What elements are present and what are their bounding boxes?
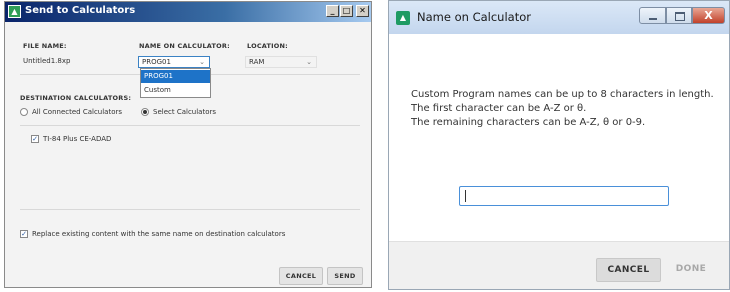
location-select-value: RAM — [249, 58, 265, 66]
maximize-button[interactable]: □ — [340, 5, 353, 17]
calculator-name: TI-84 Plus CE-ADAD — [43, 135, 112, 143]
file-name-value: Untitled1.8xp — [23, 57, 71, 65]
all-connected-radio[interactable] — [20, 108, 28, 116]
minimize-button[interactable]: _ — [326, 5, 339, 17]
location-header: LOCATION: — [247, 42, 288, 50]
replace-checkbox[interactable]: ✓ — [20, 230, 28, 238]
instruction-line-2: The first character can be A-Z or θ. — [411, 103, 587, 114]
send-to-calculators-window: ▲ Send to Calculators _ □ ✕ FILE NAME: N… — [4, 1, 372, 288]
name-on-calculator-select[interactable]: PROG01 ⌄ — [138, 56, 210, 68]
destination-heading: DESTINATION CALCULATORS: — [20, 94, 132, 102]
divider — [20, 125, 360, 126]
instruction-line-1: Custom Program names can be up to 8 char… — [411, 89, 714, 100]
name-dialog-body: Custom Program names can be up to 8 char… — [389, 34, 729, 241]
dropdown-option-custom[interactable]: Custom — [141, 84, 210, 97]
custom-name-input[interactable] — [459, 186, 669, 206]
instruction-line-3: The remaining characters can be A-Z, θ o… — [411, 117, 646, 128]
select-calculators-radio[interactable] — [141, 108, 149, 116]
send-dialog-title: Send to Calculators — [25, 5, 136, 16]
name-dialog-footer: CANCEL DONE — [389, 241, 729, 289]
chevron-down-icon: ⌄ — [199, 58, 205, 66]
cancel-button[interactable]: CANCEL — [596, 258, 661, 282]
name-dialog-title: Name on Calculator — [417, 10, 531, 24]
calculator-checkbox[interactable]: ✓ — [31, 135, 39, 143]
send-button[interactable]: SEND — [327, 267, 363, 285]
text-caret — [465, 190, 466, 202]
close-button[interactable]: X — [692, 7, 725, 24]
name-select-value: PROG01 — [142, 58, 171, 66]
location-select[interactable]: RAM ⌄ — [245, 56, 317, 68]
dropdown-option-prog01[interactable]: PROG01 — [141, 70, 210, 83]
close-button[interactable]: ✕ — [356, 5, 369, 17]
name-on-calculator-window: ▲ Name on Calculator X Custom Program na… — [388, 0, 730, 290]
done-button[interactable]: DONE — [667, 258, 715, 282]
name-on-calculator-header: NAME ON CALCULATOR: — [139, 42, 230, 50]
ti-connect-icon: ▲ — [8, 5, 21, 18]
name-dialog-titlebar[interactable]: ▲ Name on Calculator X — [389, 1, 729, 34]
cancel-button[interactable]: CANCEL — [279, 267, 323, 285]
name-dropdown-list: PROG01 Custom — [140, 68, 211, 98]
minimize-button[interactable] — [639, 7, 666, 24]
maximize-button[interactable] — [666, 7, 692, 24]
divider — [20, 209, 360, 210]
chevron-down-icon: ⌄ — [306, 58, 312, 66]
send-dialog-titlebar[interactable]: ▲ Send to Calculators _ □ ✕ — [5, 2, 371, 22]
replace-label: Replace existing content with the same n… — [32, 230, 286, 238]
ti-connect-icon: ▲ — [396, 11, 410, 25]
select-calculators-label: Select Calculators — [153, 108, 217, 116]
file-name-header: FILE NAME: — [23, 42, 67, 50]
all-connected-label: All Connected Calculators — [32, 108, 123, 116]
